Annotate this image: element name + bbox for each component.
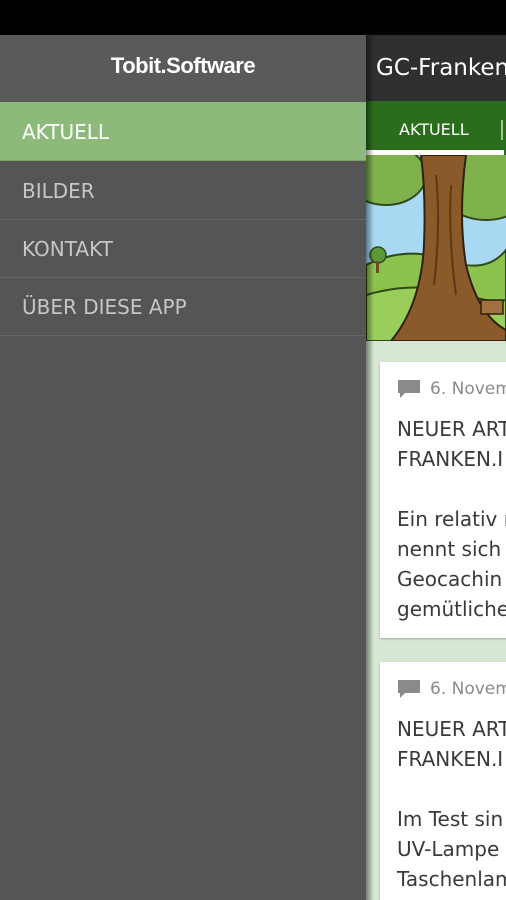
nav-item-kontakt[interactable]: KONTAKT	[0, 219, 366, 278]
post-excerpt: Ein relativ n nennt sich Geocachin gemüt…	[397, 507, 506, 621]
header-image	[366, 155, 506, 341]
tab-aktuell[interactable]: AKTUELL	[399, 120, 469, 139]
post-meta: 6. Novem	[398, 677, 506, 701]
navigation-drawer: Tobit.Software AKTUELL BILDER KONTAKT ÜB…	[0, 35, 366, 900]
tab-divider	[501, 120, 503, 140]
post-card[interactable]: 6. Novem NEUER ART FRANKEN.I Im Test sin…	[380, 662, 506, 900]
status-bar	[0, 0, 506, 35]
post-date: 6. Novem	[430, 679, 506, 699]
drawer-shadow	[366, 35, 374, 900]
post-card[interactable]: 6. Novem NEUER ART FRANKEN.I Ein relativ…	[380, 362, 506, 638]
nav-item-aktuell[interactable]: AKTUELL	[0, 102, 366, 161]
post-date: 6. Novem	[430, 379, 506, 399]
tobit-software-logo: Tobit.Software	[110, 53, 256, 78]
nav-item-label: BILDER	[22, 179, 95, 203]
comment-icon	[398, 380, 420, 398]
app-content: GC-Franken AKTUELL 6. Novem NEUER ART FR…	[366, 35, 506, 900]
nav-item-label: ÜBER DIESE APP	[22, 295, 187, 319]
post-meta: 6. Novem	[398, 377, 506, 401]
action-bar: GC-Franken	[366, 35, 506, 101]
post-excerpt: Im Test sin UV-Lampe Taschenlam	[397, 807, 506, 891]
app-title: GC-Franken	[376, 55, 506, 81]
nav-item-ueber-diese-app[interactable]: ÜBER DIESE APP	[0, 277, 366, 336]
nav-item-label: AKTUELL	[22, 120, 110, 144]
post-title: NEUER ART FRANKEN.I	[397, 717, 506, 771]
comment-icon	[398, 680, 420, 698]
nav-item-bilder[interactable]: BILDER	[0, 161, 366, 220]
drawer-header: Tobit.Software	[0, 35, 366, 102]
tab-bar: AKTUELL	[366, 101, 506, 155]
post-title: NEUER ART FRANKEN.I	[397, 417, 506, 471]
nav-item-label: KONTAKT	[22, 237, 113, 261]
